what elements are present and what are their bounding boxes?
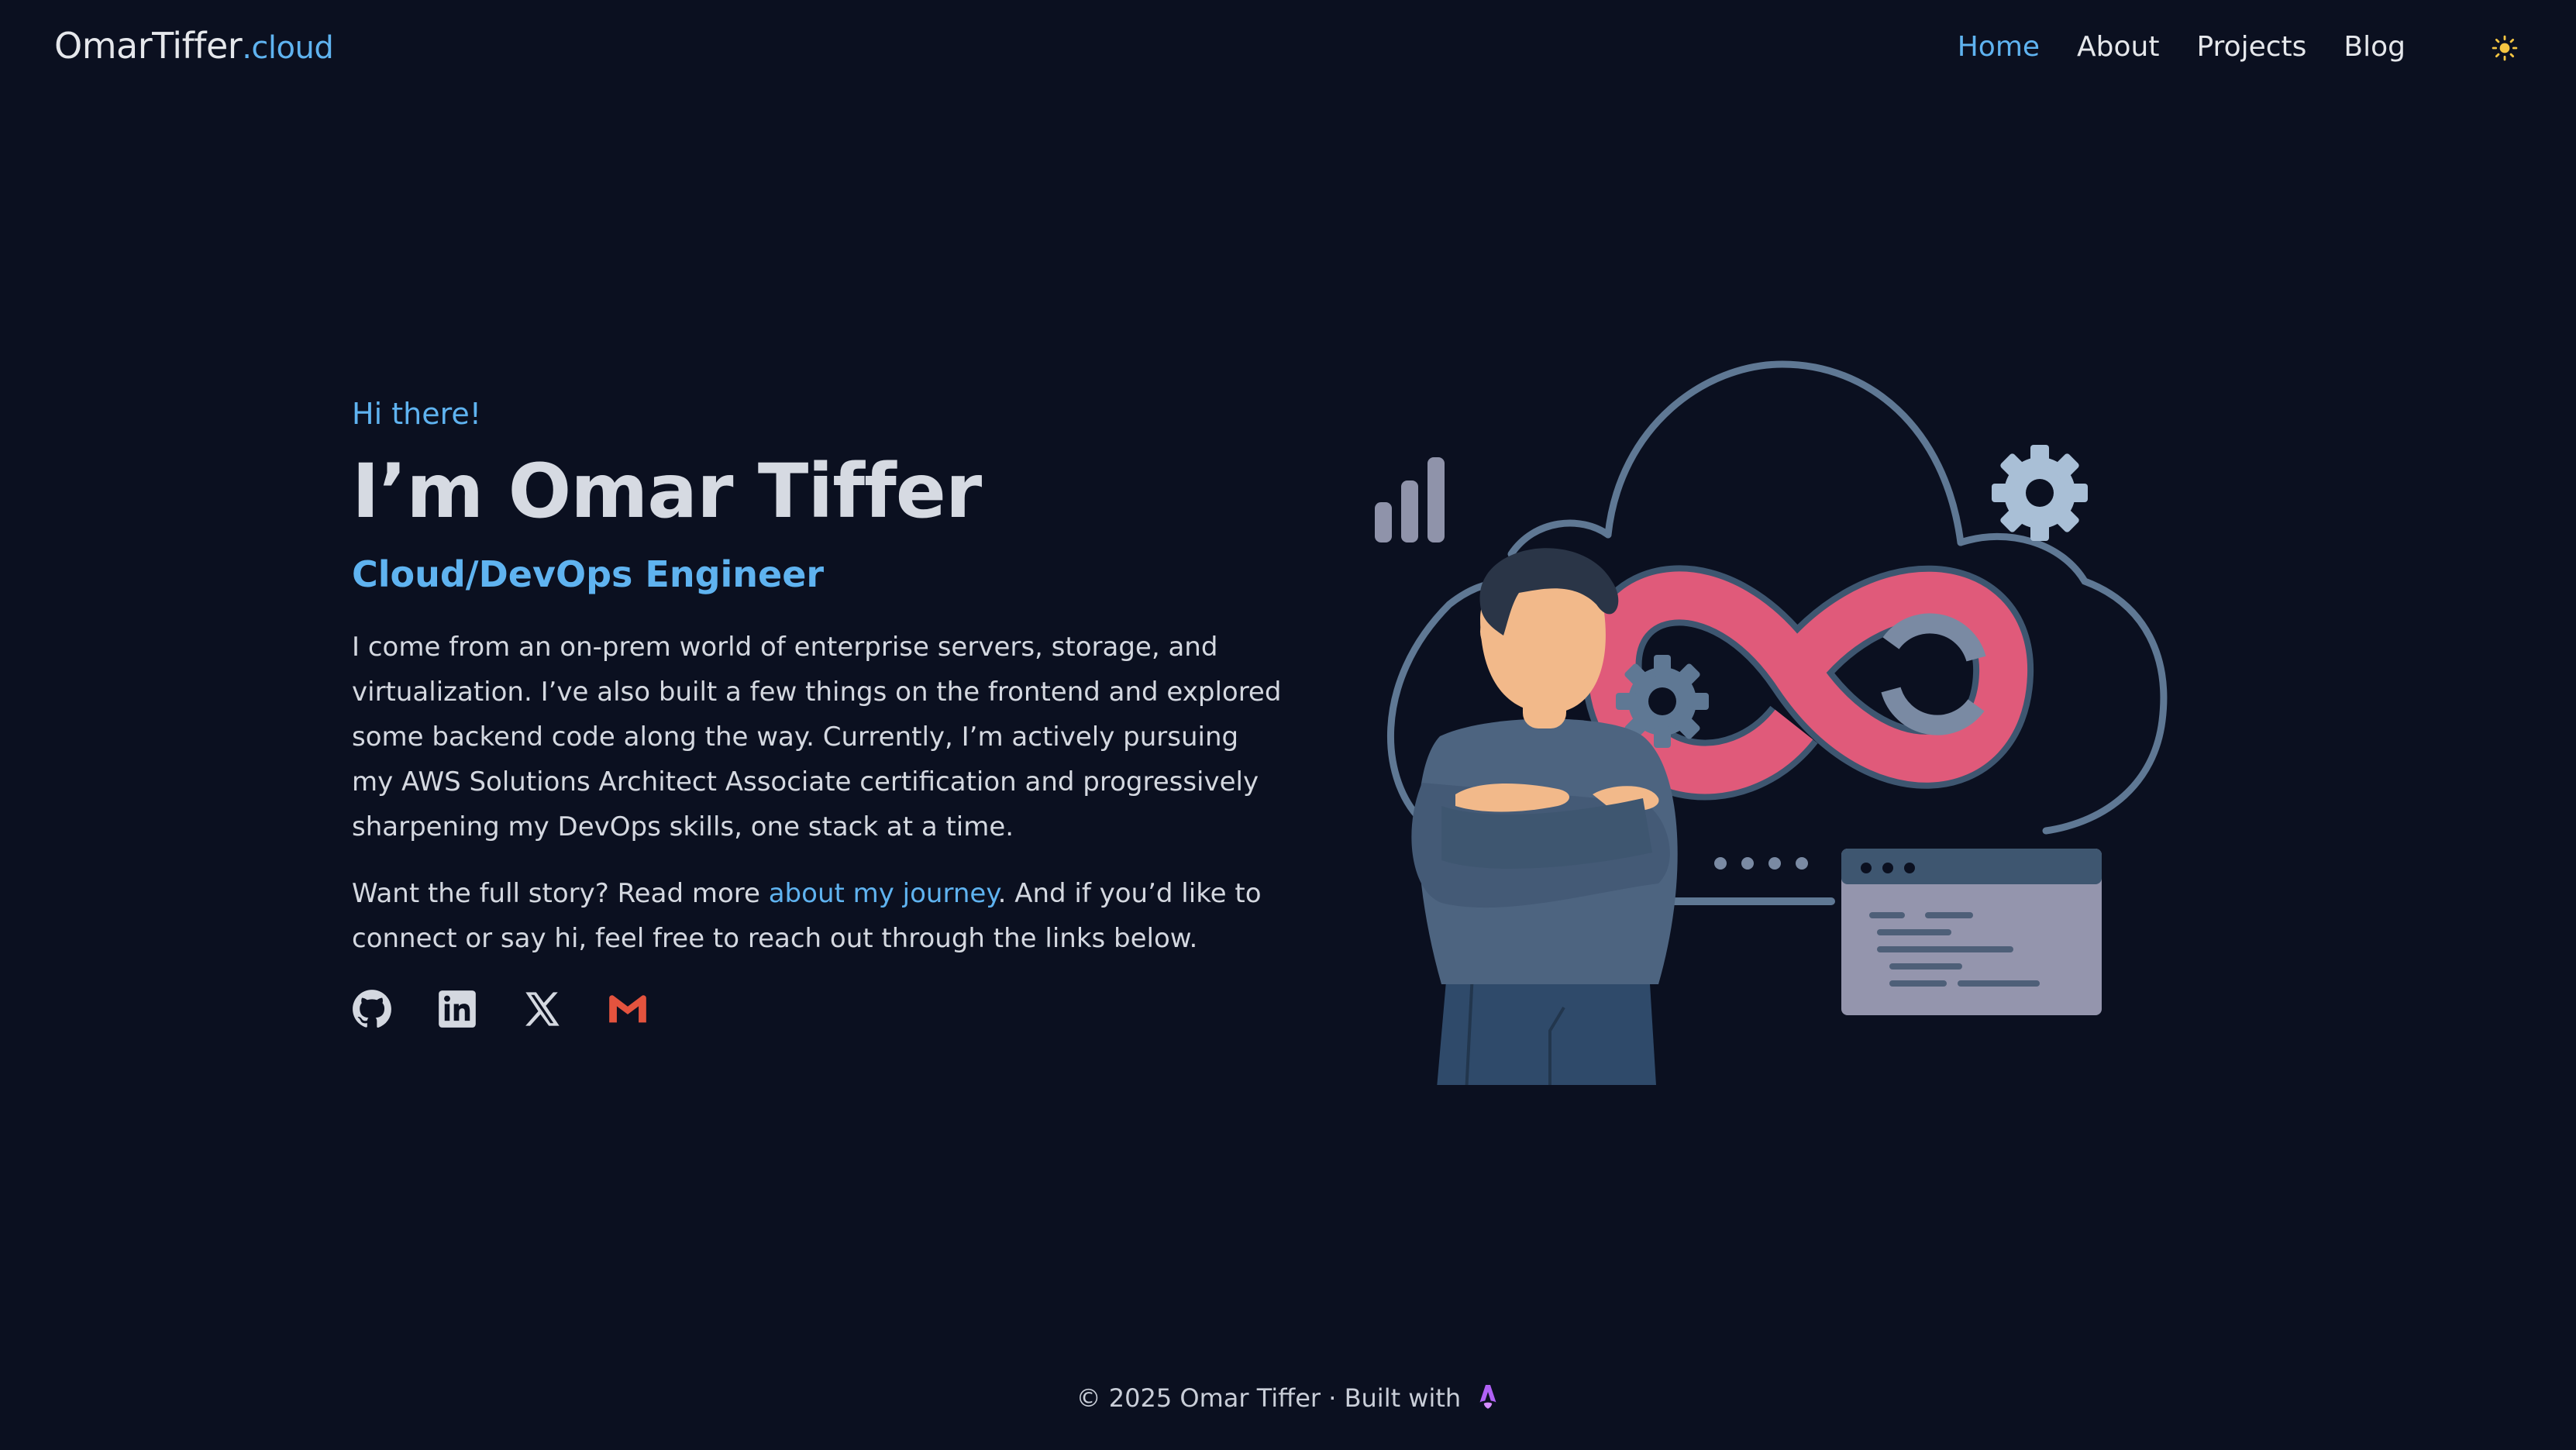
- x-icon: [525, 992, 560, 1026]
- dotted-line-icon: [1655, 857, 1835, 905]
- logo-name: OmarTiffer: [54, 25, 243, 67]
- social-links: [352, 989, 1282, 1029]
- code-window-icon: [1841, 849, 2102, 1015]
- theme-toggle-button[interactable]: [2488, 31, 2522, 65]
- site-footer: © 2025 Omar Tiffer · Built with: [0, 1383, 2576, 1417]
- main-nav: Home About Projects Blog: [1958, 31, 2406, 63]
- hero-role: Cloud/DevOps Engineer: [352, 553, 825, 595]
- linkedin-icon: [439, 990, 476, 1028]
- hero-section: Hi there! I’m Omar Tiffer Cloud/DevOps E…: [352, 397, 1282, 1029]
- gmail-link[interactable]: [608, 989, 648, 1029]
- devops-illustration: [1375, 360, 2168, 1085]
- x-link[interactable]: [522, 989, 563, 1029]
- sync-icon: [1881, 613, 1986, 735]
- logo-tld: .cloud: [242, 30, 334, 66]
- nav-projects[interactable]: Projects: [2196, 31, 2306, 63]
- hero-name: I’m Omar Tiffer: [352, 448, 982, 535]
- nav-about[interactable]: About: [2077, 31, 2159, 63]
- github-link[interactable]: [352, 989, 392, 1029]
- cta-text-before: Want the full story? Read more: [352, 878, 769, 909]
- sun-icon: [2492, 35, 2518, 61]
- github-icon: [353, 990, 391, 1028]
- linkedin-link[interactable]: [437, 989, 477, 1029]
- hero-greeting: Hi there!: [352, 397, 481, 431]
- astro-link[interactable]: [1476, 1383, 1500, 1417]
- gear-icon: [1992, 445, 2088, 541]
- astro-icon: [1479, 1385, 1496, 1409]
- site-logo[interactable]: OmarTiffer.cloud: [54, 25, 334, 67]
- footer-text: © 2025 Omar Tiffer · Built with: [1076, 1383, 1462, 1413]
- nav-blog[interactable]: Blog: [2344, 31, 2406, 63]
- about-journey-link[interactable]: about my journey: [769, 878, 998, 909]
- hero-bio: I come from an on-prem world of enterpri…: [352, 632, 1282, 842]
- bar-chart-icon: [1375, 457, 1445, 542]
- nav-home[interactable]: Home: [1958, 31, 2040, 63]
- gmail-icon: [609, 995, 646, 1023]
- hero-cta: Want the full story? Read more about my …: [352, 871, 1282, 961]
